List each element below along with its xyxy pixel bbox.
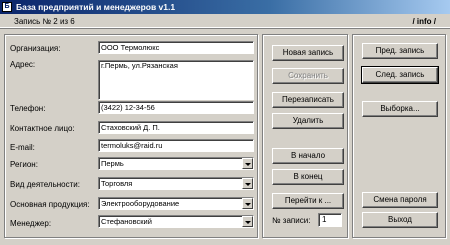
prev-record-button[interactable]: Пред. запись xyxy=(362,43,438,59)
org-field[interactable]: ООО Термолюкс xyxy=(98,41,254,54)
activity-select[interactable]: Торговля xyxy=(98,177,254,190)
to-start-button[interactable]: В начало xyxy=(272,148,344,164)
email-label: E-mail: xyxy=(10,143,35,152)
selection-button[interactable]: Выборка... xyxy=(362,101,438,117)
region-value: Пермь xyxy=(101,159,124,168)
product-select[interactable]: Электрооборудование xyxy=(98,197,254,210)
address-field[interactable]: г.Пермь, ул.Рязанская xyxy=(98,60,254,100)
app-icon: Б xyxy=(2,2,12,12)
title-bar[interactable]: Б База предприятий и менеджеров v1.1 xyxy=(0,0,450,14)
delete-button[interactable]: Удалить xyxy=(272,113,344,129)
address-label: Адрес: xyxy=(10,60,36,69)
product-dropdown-button[interactable] xyxy=(242,198,253,209)
exit-button[interactable]: Выход xyxy=(362,212,438,228)
record-status-bar: Запись № 2 из 6 / info / xyxy=(0,14,450,28)
chevron-down-icon xyxy=(245,183,251,186)
activity-value: Торговля xyxy=(101,179,133,188)
phone-label: Телефон: xyxy=(10,104,46,113)
region-dropdown-button[interactable] xyxy=(242,158,253,169)
product-value: Электрооборудование xyxy=(101,199,180,208)
phone-field[interactable]: (3422) 12-34-56 xyxy=(98,101,254,114)
region-label: Регион: xyxy=(10,160,38,169)
main-window: Б База предприятий и менеджеров v1.1 Зап… xyxy=(0,0,450,245)
org-label: Организация: xyxy=(10,44,61,53)
chevron-down-icon xyxy=(245,163,251,166)
activity-label: Вид деятельности: xyxy=(10,180,80,189)
manager-value: Стефановский xyxy=(101,217,152,226)
contact-field[interactable]: Стаховский Д. П. xyxy=(98,121,254,134)
record-counter: Запись № 2 из 6 xyxy=(14,17,75,26)
change-password-button[interactable]: Смена пароля xyxy=(362,192,438,208)
new-record-button[interactable]: Новая запись xyxy=(272,45,344,61)
product-label: Основная продукция: xyxy=(10,200,90,209)
goto-button[interactable]: Перейти к ... xyxy=(272,193,344,209)
rewrite-button[interactable]: Перезаписать xyxy=(272,92,344,108)
next-record-button[interactable]: След. запись xyxy=(361,66,439,84)
contact-label: Контактное лицо: xyxy=(10,124,75,133)
chevron-down-icon xyxy=(245,203,251,206)
manager-label: Менеджер: xyxy=(10,219,52,228)
manager-select[interactable]: Стефановский xyxy=(98,215,254,228)
email-field[interactable]: termoluks@raid.ru xyxy=(98,139,254,152)
to-end-button[interactable]: В конец xyxy=(272,169,344,185)
chevron-down-icon xyxy=(245,221,251,224)
region-select[interactable]: Пермь xyxy=(98,157,254,170)
window-title: База предприятий и менеджеров v1.1 xyxy=(16,2,176,12)
goto-record-input[interactable]: 1 xyxy=(318,213,342,227)
goto-record-label: № записи: xyxy=(272,216,311,225)
manager-dropdown-button[interactable] xyxy=(242,216,253,227)
save-button[interactable]: Сохранить xyxy=(272,68,344,84)
info-link[interactable]: / info / xyxy=(412,17,436,26)
activity-dropdown-button[interactable] xyxy=(242,178,253,189)
